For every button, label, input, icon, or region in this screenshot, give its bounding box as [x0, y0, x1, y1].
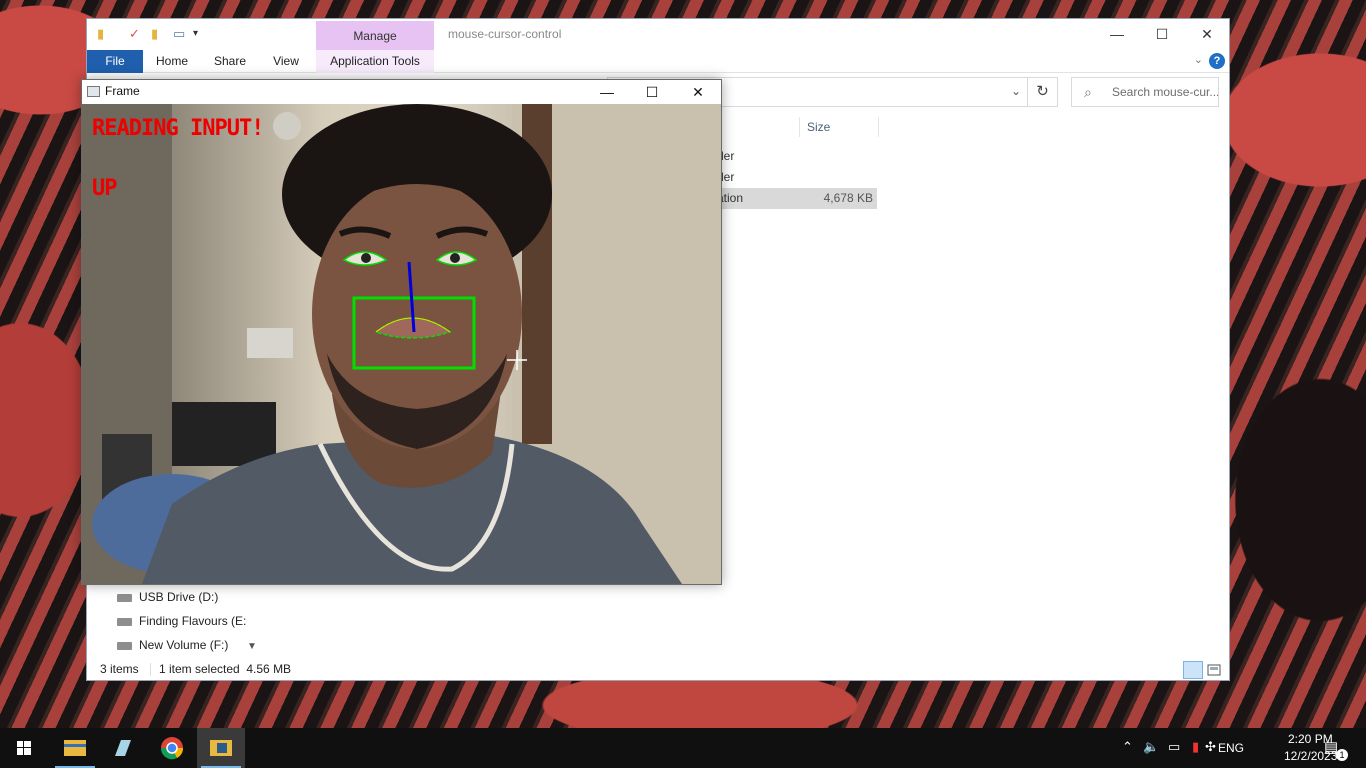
- selection-info: 1 item selected 4.56 MB: [159, 662, 292, 676]
- webcam-scene: [82, 104, 721, 584]
- file-row[interactable]: der: [717, 146, 877, 167]
- details-view-icon[interactable]: [1183, 661, 1203, 679]
- help-icon[interactable]: ?: [1209, 53, 1225, 69]
- taskbar-python[interactable]: [197, 728, 245, 768]
- nav-item-finding-flavours[interactable]: Finding Flavours (E:: [117, 610, 246, 632]
- customize-quick-access-icon[interactable]: ▾: [193, 26, 209, 42]
- manage-tab[interactable]: Manage: [316, 21, 434, 52]
- language-indicator[interactable]: ENG: [1218, 741, 1244, 755]
- frame-title: Frame: [105, 84, 140, 98]
- scroll-down-icon[interactable]: ▼: [247, 641, 257, 652]
- taskbar: ⌃ 🔈 ▭ ▮ ✣ ENG 2:20 PM 12/2/2023 ▤ 1: [0, 728, 1366, 768]
- file-explorer-icon: [64, 740, 86, 756]
- maximize-icon[interactable]: ☐: [637, 81, 667, 103]
- antivirus-icon[interactable]: ▮: [1192, 739, 1199, 755]
- webcam-feed: READING INPUT! UP: [82, 104, 721, 584]
- direction-label: UP: [92, 176, 117, 201]
- taskbar-notepad[interactable]: [99, 728, 147, 768]
- expand-ribbon-icon[interactable]: ⌄: [1194, 53, 1203, 66]
- close-icon[interactable]: ✕: [683, 81, 713, 103]
- reading-input-label: READING INPUT!: [92, 116, 264, 141]
- file-size: 4,678 KB: [823, 191, 873, 205]
- explorer-titlebar[interactable]: ▮ ✓ ▮ ▭ ▾ Manage mouse-cursor-control — …: [87, 19, 1229, 52]
- status-bar: 3 items 1 item selected 4.56 MB: [87, 659, 1229, 680]
- rename-icon[interactable]: ▭: [173, 26, 189, 42]
- file-row[interactable]: der: [717, 167, 877, 188]
- chrome-icon: [160, 737, 184, 760]
- folder-icon: ▮: [97, 26, 105, 41]
- window-title: mouse-cursor-control: [448, 27, 562, 41]
- frame-window[interactable]: Frame — ☐ ✕ READING INPUT! UP: [81, 79, 722, 585]
- new-folder-icon[interactable]: ▮: [151, 26, 167, 42]
- tab-share[interactable]: Share: [207, 50, 253, 73]
- drive-icon: [117, 641, 132, 650]
- ribbon-tabs: File Home Share View Application Tools ⌄…: [87, 50, 1229, 73]
- nav-item-usb-drive[interactable]: USB Drive (D:): [117, 586, 218, 608]
- refresh-icon[interactable]: ↻: [1028, 77, 1058, 107]
- network-icon[interactable]: ▭: [1168, 739, 1180, 755]
- search-input[interactable]: ⌕ Search mouse-cur...: [1071, 77, 1219, 107]
- nav-item-new-volume[interactable]: New Volume (F:): [117, 634, 228, 656]
- drive-icon: [117, 593, 132, 602]
- start-button[interactable]: [0, 728, 48, 768]
- notepad-icon: [115, 740, 131, 756]
- search-icon: ⌕: [1084, 84, 1092, 100]
- window-app-icon: [87, 86, 100, 97]
- tab-home[interactable]: Home: [149, 50, 195, 73]
- properties-icon[interactable]: ✓: [129, 26, 145, 42]
- show-hidden-icons-icon[interactable]: ⌃: [1122, 739, 1133, 755]
- minimize-icon[interactable]: —: [592, 81, 622, 103]
- navigation-pane: USB Drive (D:) Finding Flavours (E: New …: [87, 584, 259, 660]
- minimize-icon[interactable]: —: [1106, 24, 1128, 44]
- status-divider: [150, 663, 151, 676]
- tab-view[interactable]: View: [264, 50, 308, 73]
- item-count: 3 items: [100, 662, 139, 676]
- taskbar-chrome[interactable]: [148, 728, 196, 768]
- tab-file[interactable]: File: [87, 50, 143, 73]
- large-icons-view-icon[interactable]: [1205, 661, 1223, 679]
- drive-icon: [117, 617, 132, 626]
- maximize-icon[interactable]: ☐: [1151, 24, 1173, 44]
- input-indicator-icon[interactable]: ✣: [1205, 739, 1216, 755]
- close-icon[interactable]: ✕: [1196, 24, 1218, 44]
- file-row-selected[interactable]: ation 4,678 KB: [717, 188, 877, 209]
- column-header-size[interactable]: Size: [799, 117, 879, 137]
- frame-titlebar[interactable]: Frame — ☐ ✕: [82, 80, 721, 104]
- tab-application-tools[interactable]: Application Tools: [316, 50, 434, 73]
- notification-count-badge: 1: [1336, 749, 1348, 761]
- windows-logo-icon: [17, 741, 31, 755]
- taskbar-file-explorer[interactable]: [51, 728, 99, 768]
- search-placeholder: Search mouse-cur...: [1112, 85, 1219, 99]
- python-icon: [210, 740, 232, 756]
- chevron-down-icon[interactable]: ⌄: [1011, 84, 1021, 98]
- volume-icon[interactable]: 🔈: [1143, 739, 1159, 755]
